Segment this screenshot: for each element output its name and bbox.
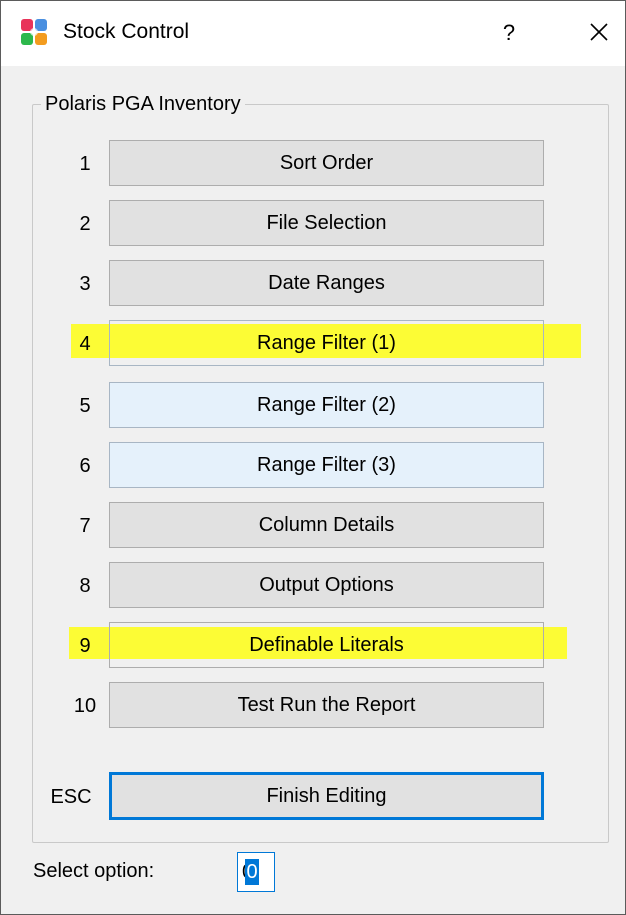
close-button[interactable] xyxy=(579,15,619,51)
finish-editing-button[interactable]: Finish Editing xyxy=(109,772,544,820)
option-number: 8 xyxy=(79,575,91,597)
group-label: Polaris PGA Inventory xyxy=(41,91,245,117)
column-details-button[interactable]: Column Details xyxy=(109,502,544,548)
title-bar[interactable]: Stock Control ? xyxy=(1,1,625,66)
option-number: 4 xyxy=(79,333,91,355)
range-filter-3-button[interactable]: Range Filter (3) xyxy=(109,442,544,488)
select-option-label: Select option: xyxy=(33,860,155,882)
window-title: Stock Control xyxy=(63,20,190,43)
stock-control-dialog: Stock Control ? Polaris PGA Inventory 1 … xyxy=(0,0,626,915)
file-selection-button[interactable]: File Selection xyxy=(109,200,544,246)
escape-key-label: ESC xyxy=(50,786,92,808)
range-filter-2-button[interactable]: Range Filter (2) xyxy=(109,382,544,428)
option-number: 7 xyxy=(79,515,91,537)
date-ranges-button[interactable]: Date Ranges xyxy=(109,260,544,306)
option-number: 9 xyxy=(79,635,91,657)
close-icon xyxy=(590,23,608,41)
help-button[interactable]: ? xyxy=(489,15,529,51)
option-number: 1 xyxy=(79,153,91,175)
range-filter-1-button[interactable]: Range Filter (1) xyxy=(109,320,544,366)
definable-literals-button[interactable]: Definable Literals xyxy=(109,622,544,668)
output-options-button[interactable]: Output Options xyxy=(109,562,544,608)
option-number: 2 xyxy=(79,213,91,235)
stock-control-app-icon xyxy=(21,19,47,45)
sort-order-button[interactable]: Sort Order xyxy=(109,140,544,186)
option-number: 3 xyxy=(79,273,91,295)
option-number: 5 xyxy=(79,395,91,417)
select-option-input[interactable] xyxy=(237,852,275,892)
test-run-report-button[interactable]: Test Run the Report xyxy=(109,682,544,728)
option-number: 10 xyxy=(73,695,97,717)
option-number: 6 xyxy=(79,455,91,477)
